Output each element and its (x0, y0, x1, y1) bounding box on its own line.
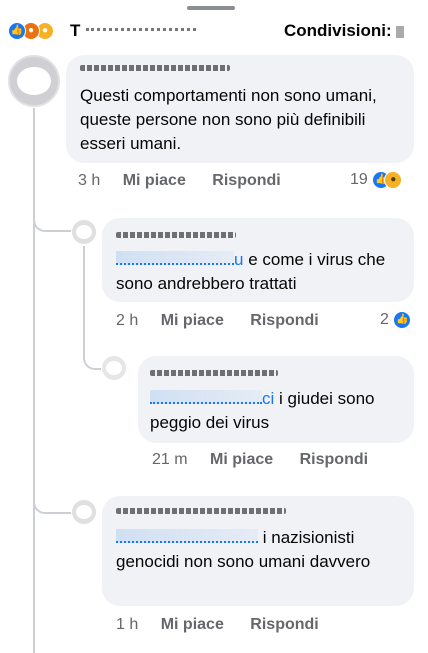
redacted-author-name[interactable] (80, 65, 230, 71)
like-button[interactable]: Mi piace (210, 451, 273, 469)
like-icon: 👍 (393, 311, 412, 329)
comment-text: ci i giudei sono peggio dei virus (150, 389, 375, 432)
redacted-text (395, 25, 404, 38)
redaction-scribble (75, 224, 93, 240)
shares-count[interactable]: Condivisioni: (284, 21, 404, 41)
comment-actions: 1 h Mi piace Rispondi (116, 616, 341, 634)
reply-button[interactable]: Rispondi (212, 172, 280, 190)
comment-time[interactable]: 3 h (78, 172, 100, 190)
reply-button[interactable]: Rispondi (300, 451, 368, 469)
avatar[interactable] (72, 500, 96, 524)
redaction-scribble (17, 66, 51, 96)
redacted-author-name[interactable] (116, 232, 236, 238)
mention-tail[interactable]: u (234, 250, 243, 269)
comment-text: Questi comportamenti non sono umani, que… (80, 86, 377, 153)
reaction-count[interactable]: 2 👍 (380, 311, 412, 329)
reply-button[interactable]: Rispondi (250, 312, 318, 330)
redacted-mention[interactable] (116, 529, 258, 543)
reaction-icons[interactable]: 👍 ● ● (8, 22, 78, 40)
comment-text: u e come i virus che sono andrebbero tra… (116, 250, 386, 293)
thread-line (33, 108, 35, 653)
mention-tail[interactable]: ci (262, 389, 274, 408)
comment-bubble[interactable]: ci i giudei sono peggio dei virus (138, 356, 414, 443)
like-button[interactable]: Mi piace (161, 616, 224, 634)
comment-time[interactable]: 21 m (152, 451, 188, 469)
drag-handle[interactable] (187, 6, 235, 10)
reactors-names[interactable]: T (70, 21, 197, 41)
haha-icon: ● (384, 171, 403, 189)
like-button[interactable]: Mi piace (123, 172, 186, 190)
avatar[interactable] (72, 220, 96, 244)
like-icon: 👍 (8, 22, 26, 40)
redacted-author-name[interactable] (116, 508, 286, 514)
redacted-mention[interactable] (116, 251, 234, 265)
avatar[interactable] (8, 55, 60, 107)
redacted-author-name[interactable] (150, 370, 278, 376)
thread-connector (83, 336, 101, 370)
comment-text: i nazisionisti genocidi non sono umani d… (116, 528, 371, 571)
like-button[interactable]: Mi piace (161, 312, 224, 330)
comment-actions: 3 h Mi piace Rispondi (78, 172, 303, 190)
redacted-mention[interactable] (150, 390, 262, 404)
avatar[interactable] (102, 356, 126, 380)
reactions-summary-bar[interactable]: 👍 ● ● T Condivisioni: (0, 18, 428, 46)
comment-time[interactable]: 1 h (116, 616, 138, 634)
comment-bubble[interactable]: i nazisionisti genocidi non sono umani d… (102, 496, 414, 606)
thread-connector (33, 480, 71, 514)
reaction-count[interactable]: 19 👍 ● (350, 171, 403, 189)
redacted-text (86, 28, 197, 35)
comment-bubble[interactable]: Questi comportamenti non sono umani, que… (66, 55, 414, 163)
redaction-scribble (75, 504, 93, 520)
thread-connector (33, 198, 71, 232)
redaction-scribble (105, 360, 123, 376)
comment-time[interactable]: 2 h (116, 312, 138, 330)
comment-actions: 21 m Mi piace Rispondi (152, 451, 390, 469)
reply-button[interactable]: Rispondi (250, 616, 318, 634)
comment-bubble[interactable]: u e come i virus che sono andrebbero tra… (102, 218, 414, 302)
comment-actions: 2 h Mi piace Rispondi (116, 312, 341, 330)
